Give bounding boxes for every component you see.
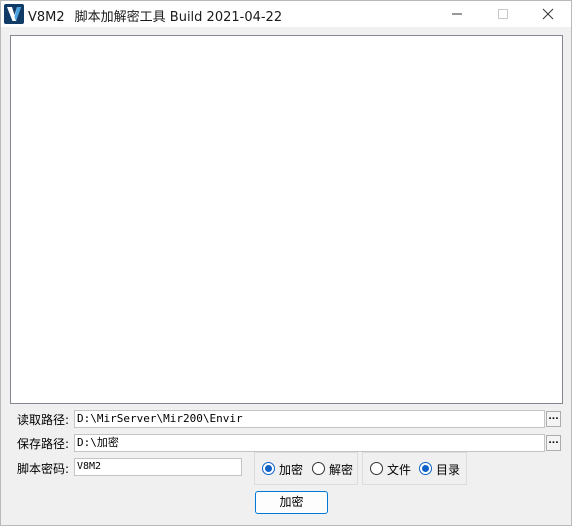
radio-directory-circle[interactable] xyxy=(419,462,432,475)
radio-encrypt-label: 加密 xyxy=(279,463,304,477)
v-logo-icon xyxy=(4,4,24,24)
save-path-input[interactable]: D:\加密 xyxy=(74,434,545,452)
app-window: V8M2 脚本加解密工具 Build 2021-04-22 读取路径: D:\Mi… xyxy=(0,0,572,526)
title-bar[interactable]: V8M2 脚本加解密工具 Build 2021-04-22 xyxy=(1,1,571,27)
maximize-icon xyxy=(498,9,508,19)
target-radio-group: 文件 目录 xyxy=(362,452,467,485)
radio-encrypt-circle[interactable] xyxy=(262,462,275,475)
radio-file-circle[interactable] xyxy=(370,462,383,475)
minimize-icon xyxy=(452,13,462,15)
radio-directory-label: 目录 xyxy=(436,463,461,477)
log-output-area[interactable] xyxy=(10,35,563,404)
read-path-input[interactable]: D:\MirServer\Mir200\Envir xyxy=(74,410,545,428)
app-name: V8M2 xyxy=(28,10,65,25)
encrypt-button[interactable]: 加密 xyxy=(255,491,328,514)
mode-radio-group: 加密 解密 xyxy=(254,452,358,485)
read-path-label: 读取路径: xyxy=(17,413,70,427)
script-password-input[interactable]: V8M2 xyxy=(74,458,242,476)
close-button[interactable] xyxy=(525,1,571,27)
radio-decrypt-label: 解密 xyxy=(329,463,354,477)
script-password-label: 脚本密码: xyxy=(17,462,70,476)
maximize-button[interactable] xyxy=(480,1,526,27)
minimize-button[interactable] xyxy=(434,1,480,27)
read-path-browse-button[interactable]: ... xyxy=(546,411,561,427)
save-path-label: 保存路径: xyxy=(17,437,70,451)
save-path-browse-button[interactable]: ... xyxy=(546,435,561,451)
window-title-text: 脚本加解密工具 Build 2021-04-22 xyxy=(74,10,283,25)
radio-file-label: 文件 xyxy=(387,463,412,477)
close-icon xyxy=(542,8,554,20)
radio-decrypt-circle[interactable] xyxy=(312,462,325,475)
window-title: V8M2 脚本加解密工具 Build 2021-04-22 xyxy=(28,6,282,25)
